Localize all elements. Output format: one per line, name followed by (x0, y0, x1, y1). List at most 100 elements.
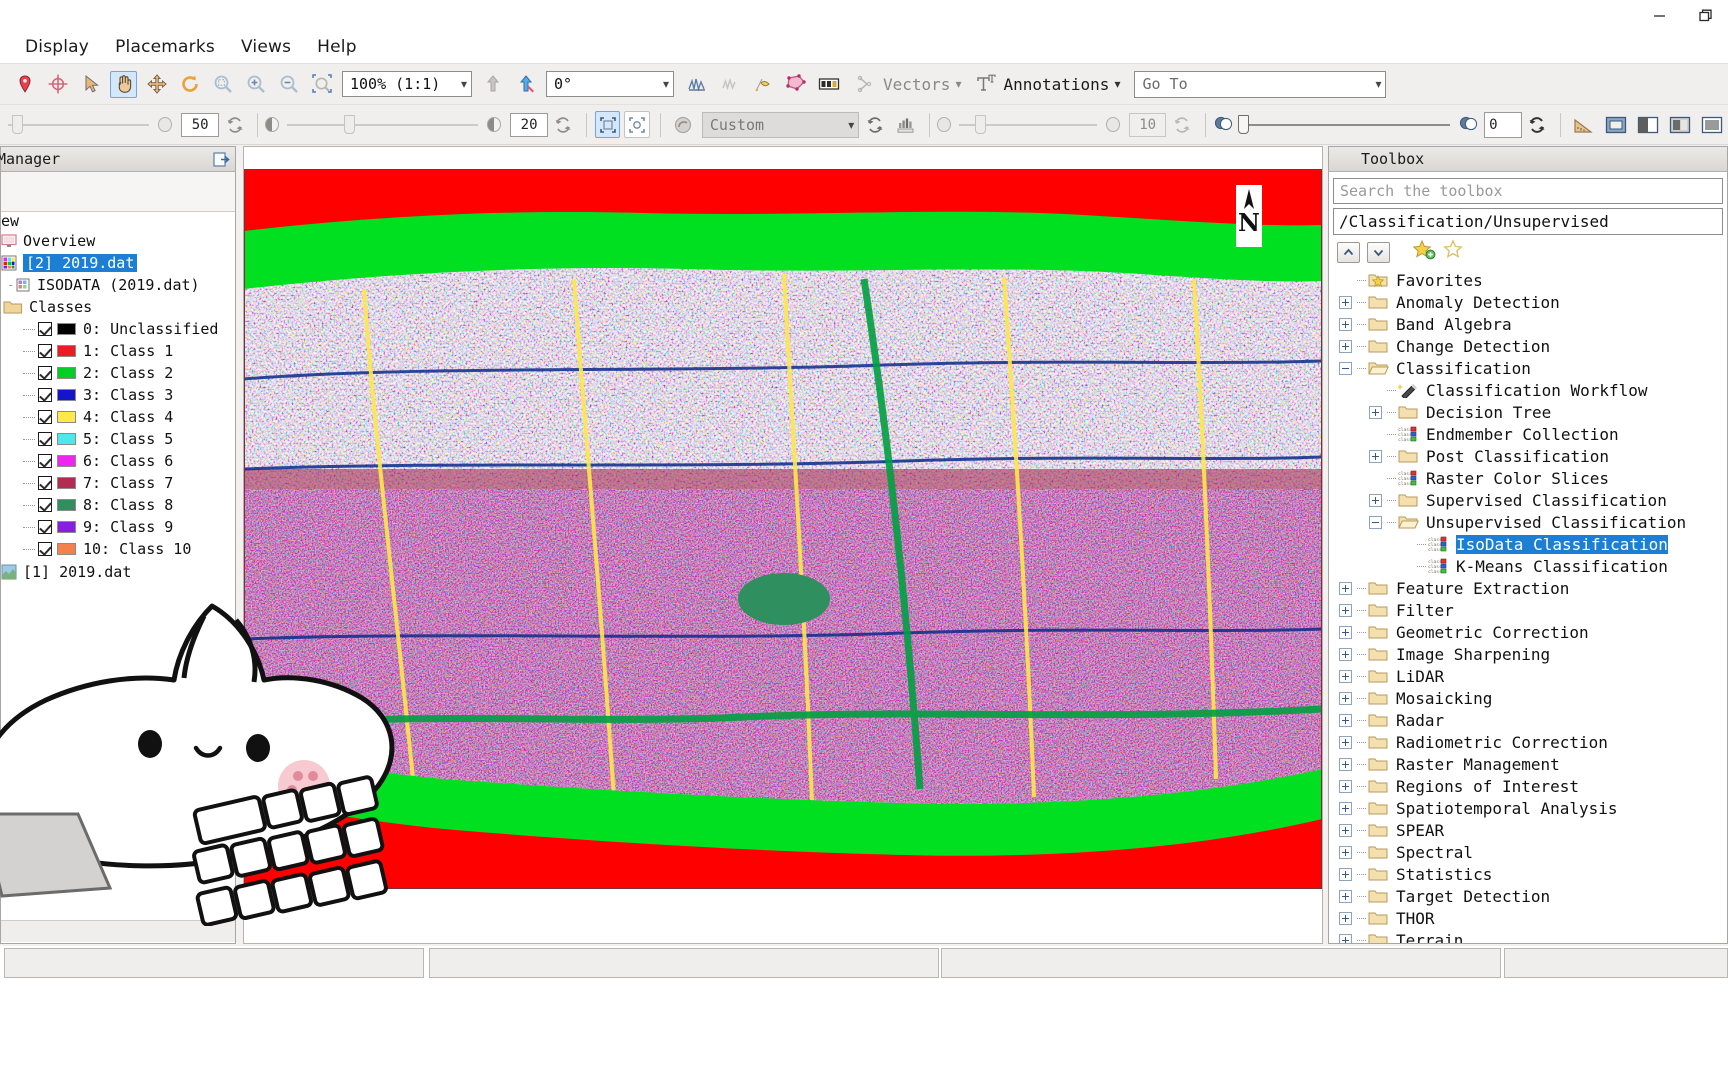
chevron-up-icon[interactable] (1337, 241, 1360, 263)
class-visibility-checkbox[interactable] (38, 410, 52, 424)
toolbox-item[interactable]: Statistics (1339, 863, 1727, 885)
toolbox-tree[interactable]: Favorites Anomaly Detection Band Algebra Ch… (1329, 269, 1727, 943)
expand-icon[interactable] (1339, 735, 1352, 749)
sharpen-slider[interactable] (958, 115, 1097, 135)
toolbox-item[interactable]: Supervised Classification (1339, 489, 1727, 511)
rotate-icon[interactable] (176, 71, 203, 98)
transparency-value[interactable]: 50 (181, 112, 219, 137)
expand-icon[interactable] (1339, 603, 1352, 617)
class-row[interactable]: 4: Class 4 (1, 406, 235, 428)
transparency-reset-icon[interactable] (222, 111, 247, 138)
rotation-combo[interactable]: 0° ▾ (546, 71, 674, 97)
toolbox-item[interactable]: class class class Raster Color Slices (1339, 467, 1727, 489)
toolbox-item[interactable]: Target Detection (1339, 885, 1727, 907)
toolbox-item[interactable]: Change Detection (1339, 335, 1727, 357)
expand-icon[interactable] (1339, 911, 1352, 925)
toolbox-item[interactable]: Anomaly Detection (1339, 291, 1727, 313)
expand-icon[interactable] (1369, 493, 1382, 507)
toolbox-item[interactable]: Band Algebra (1339, 313, 1727, 335)
measure-icon[interactable] (1571, 111, 1597, 138)
toolbox-item[interactable]: Geometric Correction (1339, 621, 1727, 643)
toolbox-search-input[interactable]: Search the toolbox (1333, 178, 1723, 204)
class-visibility-checkbox[interactable] (38, 498, 52, 512)
class-row[interactable]: 1: Class 1 (1, 340, 235, 362)
expand-icon[interactable] (1339, 889, 1352, 903)
menu-help[interactable]: Help (304, 34, 370, 60)
expand-icon[interactable] (1339, 581, 1352, 595)
stretch-combo[interactable]: Custom ▾ (701, 111, 860, 138)
class-visibility-checkbox[interactable] (38, 344, 52, 358)
toolbox-item[interactable]: Terrain (1339, 929, 1727, 943)
zoom-out-icon[interactable] (275, 71, 302, 98)
class-color-swatch[interactable] (57, 345, 76, 357)
flicker-icon[interactable] (1667, 111, 1693, 138)
zoom-in-icon[interactable] (242, 71, 269, 98)
layer-item-overview[interactable]: Overview (1, 230, 235, 252)
swipe-icon[interactable] (1635, 111, 1661, 138)
spectral-profile-icon[interactable] (683, 71, 710, 98)
blend-view-icon[interactable] (1699, 111, 1725, 138)
expand-icon[interactable] (1339, 625, 1352, 639)
class-row[interactable]: 3: Class 3 (1, 384, 235, 406)
class-list[interactable]: 0: Unclassified 1: Class 1 2: Class 2 3: Cl… (1, 318, 235, 560)
toolbox-item[interactable]: class class class K-Means Classification (1339, 555, 1727, 577)
expand-icon[interactable] (1339, 757, 1352, 771)
class-row[interactable]: 7: Class 7 (1, 472, 235, 494)
class-row[interactable]: 10: Class 10 (1, 538, 235, 560)
class-color-swatch[interactable] (57, 455, 76, 467)
class-visibility-checkbox[interactable] (38, 366, 52, 380)
minimize-icon[interactable] (1636, 0, 1682, 31)
zoom-to-selection-icon[interactable] (308, 71, 335, 98)
class-row[interactable]: 8: Class 8 (1, 494, 235, 516)
toolbox-item[interactable]: class class class IsoData Classification (1339, 533, 1727, 555)
class-color-swatch[interactable] (57, 433, 76, 445)
toolbox-item[interactable]: Spatiotemporal Analysis (1339, 797, 1727, 819)
toolbox-item[interactable]: Unsupervised Classification (1339, 511, 1727, 533)
toolbox-item[interactable]: Mosaicking (1339, 687, 1727, 709)
expand-icon[interactable] (1339, 867, 1352, 881)
layer-item-2019-dat-2[interactable]: [2] 2019.dat (1, 252, 235, 274)
restore-icon[interactable] (1682, 0, 1728, 31)
blend-reset-icon[interactable] (1525, 111, 1550, 138)
menu-placemarks[interactable]: Placemarks (102, 34, 228, 60)
lower-layer-icon[interactable] (512, 71, 539, 98)
zoom-fit-icon[interactable] (209, 71, 236, 98)
toolbox-item[interactable]: Post Classification (1339, 445, 1727, 467)
collapse-icon[interactable] (1339, 361, 1352, 375)
expand-icon[interactable] (1369, 449, 1382, 463)
annotations-menu-label[interactable]: Annotations (1003, 75, 1109, 94)
expand-icon[interactable] (1339, 823, 1352, 837)
class-visibility-checkbox[interactable] (38, 542, 52, 556)
class-visibility-checkbox[interactable] (38, 520, 52, 534)
expand-icon[interactable] (1339, 713, 1352, 727)
pixel-locator-icon[interactable] (815, 71, 842, 98)
class-visibility-checkbox[interactable] (38, 454, 52, 468)
portal-icon[interactable] (1603, 111, 1629, 138)
class-row[interactable]: 5: Class 5 (1, 428, 235, 450)
layer-item-isodata[interactable]: - ISODATA (2019.dat) (1, 274, 235, 296)
goto-combo[interactable]: Go To ▾ (1134, 70, 1387, 98)
class-color-swatch[interactable] (57, 521, 76, 533)
layer-item-classes-folder[interactable]: Classes (1, 296, 235, 318)
sharpen-reset-icon[interactable] (1169, 111, 1194, 138)
pan-hand-icon[interactable] (110, 70, 137, 98)
contrast-reset-icon[interactable] (551, 111, 576, 138)
fit-to-window-icon[interactable] (595, 111, 621, 138)
histogram-icon[interactable] (894, 111, 919, 138)
expand-icon[interactable] (1339, 669, 1352, 683)
stretch-reset-icon[interactable] (862, 111, 887, 138)
vectors-menu-label[interactable]: Vectors (883, 75, 950, 94)
toolbox-item[interactable]: Regions of Interest (1339, 775, 1727, 797)
transparency-slider[interactable] (7, 115, 150, 135)
raise-layer-icon[interactable] (479, 71, 506, 98)
toolbox-item[interactable]: THOR (1339, 907, 1727, 929)
expand-icon[interactable] (1339, 801, 1352, 815)
expand-icon[interactable] (1339, 691, 1352, 705)
expand-icon[interactable] (1339, 933, 1352, 943)
layer-item-2019-dat-1[interactable]: [1] 2019.dat (1, 561, 235, 583)
toolbox-item[interactable]: Image Sharpening (1339, 643, 1727, 665)
expand-icon[interactable] (1339, 779, 1352, 793)
class-visibility-checkbox[interactable] (38, 476, 52, 490)
stretch-icon[interactable] (671, 111, 696, 138)
expand-icon[interactable] (1339, 845, 1352, 859)
